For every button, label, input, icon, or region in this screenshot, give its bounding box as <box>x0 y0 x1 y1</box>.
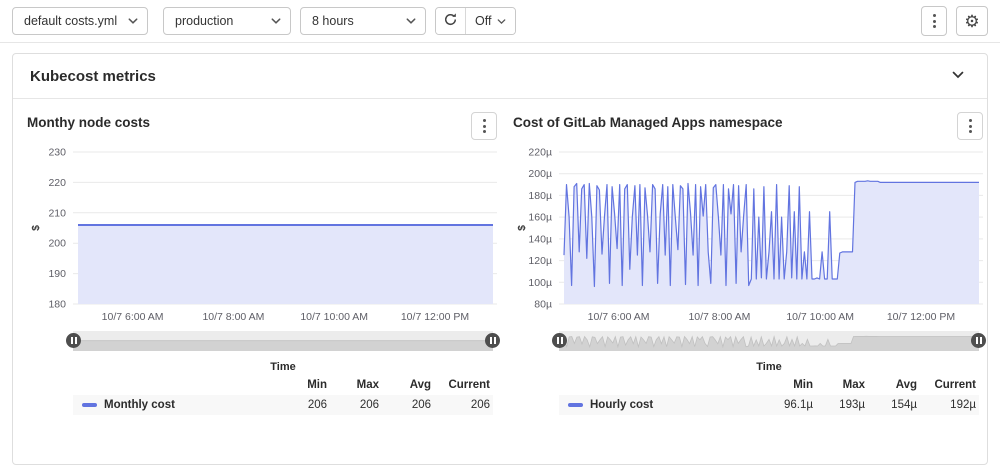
dashboard-select[interactable]: default costs.yml <box>12 7 148 35</box>
legend-row[interactable]: Hourly cost96.1µ193µ154µ192µ <box>559 395 979 415</box>
chart-managed-apps-cost: Cost of GitLab Managed Apps namespace 22… <box>513 112 983 415</box>
environment-select[interactable]: production <box>163 7 291 35</box>
chevron-down-icon <box>271 17 281 25</box>
chevron-down-icon <box>497 14 506 28</box>
svg-text:140µ: 140µ <box>528 233 552 245</box>
refresh-icon <box>443 12 458 30</box>
svg-text:160µ: 160µ <box>528 212 552 224</box>
legend-value: 206 <box>327 399 379 411</box>
chevron-down-icon <box>406 17 416 25</box>
dashboard-toolbar: default costs.yml production 8 hours Off <box>0 0 1000 42</box>
legend-value: 96.1µ <box>761 399 813 411</box>
brush-handle-right[interactable] <box>485 333 500 348</box>
legend-value: 206 <box>275 399 327 411</box>
refresh-button[interactable] <box>436 8 466 34</box>
x-axis-title: Time <box>73 361 493 373</box>
svg-text:120µ: 120µ <box>528 255 552 267</box>
dashboard-settings-button[interactable]: ⚙ <box>956 6 988 36</box>
legend-header: Current <box>431 379 493 391</box>
chart-title: Cost of GitLab Managed Apps namespace <box>513 112 783 130</box>
svg-text:80µ: 80µ <box>534 299 552 311</box>
chart-title: Monthy node costs <box>27 112 150 130</box>
legend-header: Min <box>761 379 813 391</box>
environment-select-value: production <box>175 14 233 28</box>
kubecost-metrics-panel: Kubecost metrics Monthy node costs 230 22… <box>12 53 988 465</box>
legend-header: Min <box>275 379 327 391</box>
svg-text:210: 210 <box>48 207 66 219</box>
chart-legend: MinMaxAvgCurrentMonthly cost206206206206 <box>73 375 493 415</box>
panel-header[interactable]: Kubecost metrics <box>13 54 987 99</box>
svg-text:$: $ <box>30 225 42 231</box>
time-range-brush[interactable] <box>559 331 979 351</box>
legend-value: 193µ <box>813 399 865 411</box>
refresh-control-group: Off <box>435 7 516 35</box>
collapse-panel-button[interactable] <box>947 65 969 88</box>
dashboard-select-value: default costs.yml <box>24 14 117 28</box>
svg-text:10/7 12:00 PM: 10/7 12:00 PM <box>887 311 955 323</box>
brush-handle-right[interactable] <box>971 333 986 348</box>
brush-handle-left[interactable] <box>66 333 81 348</box>
svg-text:10/7 8:00 AM: 10/7 8:00 AM <box>202 311 264 323</box>
legend-header-row: MinMaxAvgCurrent <box>73 375 493 395</box>
time-range-select[interactable]: 8 hours <box>300 7 426 35</box>
chevron-down-icon <box>128 17 138 25</box>
chart-legend: MinMaxAvgCurrentHourly cost96.1µ193µ154µ… <box>559 375 979 415</box>
brush-handle-left[interactable] <box>552 333 567 348</box>
svg-text:10/7 6:00 AM: 10/7 6:00 AM <box>588 311 650 323</box>
legend-value: 206 <box>431 399 493 411</box>
svg-text:220: 220 <box>48 177 66 189</box>
svg-text:230: 230 <box>48 147 66 159</box>
gear-icon: ⚙ <box>964 13 979 30</box>
time-range-brush[interactable] <box>73 331 493 351</box>
chart-plot-area: 220µ 200µ 180µ 160µ 140µ 120µ 100µ 80µ 10/7 6:00… <box>513 144 983 326</box>
series-name: Monthly cost <box>73 399 275 411</box>
svg-text:180µ: 180µ <box>528 190 552 202</box>
chevron-down-icon <box>951 69 965 84</box>
series-color-swatch <box>82 403 97 407</box>
svg-text:200µ: 200µ <box>528 168 552 180</box>
auto-refresh-interval-value: Off <box>475 14 491 28</box>
chart-menu-button[interactable] <box>471 112 497 140</box>
chart-plot-area: 230 220 210 200 190 180 10/7 6:00 AM 10/7 8:00 … <box>27 144 497 326</box>
svg-text:190: 190 <box>48 268 66 280</box>
dashboard-actions-menu-button[interactable] <box>921 6 947 36</box>
panel-title: Kubecost metrics <box>30 68 156 85</box>
charts-row: Monthy node costs 230 220 210 200 190 180 10/7… <box>13 99 987 415</box>
kebab-icon <box>933 14 936 28</box>
svg-text:100µ: 100µ <box>528 277 552 289</box>
legend-value: 192µ <box>917 399 979 411</box>
legend-value: 154µ <box>865 399 917 411</box>
legend-header: Max <box>813 379 865 391</box>
series-color-swatch <box>568 403 583 407</box>
series-name: Hourly cost <box>559 399 761 411</box>
legend-header: Avg <box>379 379 431 391</box>
legend-row[interactable]: Monthly cost206206206206 <box>73 395 493 415</box>
kebab-icon <box>969 119 972 133</box>
chart-monthly-node-costs: Monthy node costs 230 220 210 200 190 180 10/7… <box>27 112 497 415</box>
toolbar-divider <box>0 42 1000 43</box>
svg-text:10/7 6:00 AM: 10/7 6:00 AM <box>102 311 164 323</box>
legend-header: Max <box>327 379 379 391</box>
x-axis-title: Time <box>559 361 979 373</box>
chart-menu-button[interactable] <box>957 112 983 140</box>
svg-text:10/7 8:00 AM: 10/7 8:00 AM <box>688 311 750 323</box>
legend-header: Current <box>917 379 979 391</box>
time-range-select-value: 8 hours <box>312 14 354 28</box>
svg-text:10/7 10:00 AM: 10/7 10:00 AM <box>786 311 854 323</box>
svg-text:200: 200 <box>48 238 66 250</box>
legend-header: Avg <box>865 379 917 391</box>
auto-refresh-interval-select[interactable]: Off <box>466 8 515 34</box>
legend-header-row: MinMaxAvgCurrent <box>559 375 979 395</box>
legend-value: 206 <box>379 399 431 411</box>
svg-text:180: 180 <box>48 299 66 311</box>
svg-text:10/7 10:00 AM: 10/7 10:00 AM <box>300 311 368 323</box>
kebab-icon <box>483 119 486 133</box>
svg-text:10/7 12:00 PM: 10/7 12:00 PM <box>401 311 469 323</box>
svg-text:$: $ <box>516 225 528 231</box>
svg-text:220µ: 220µ <box>528 147 552 159</box>
